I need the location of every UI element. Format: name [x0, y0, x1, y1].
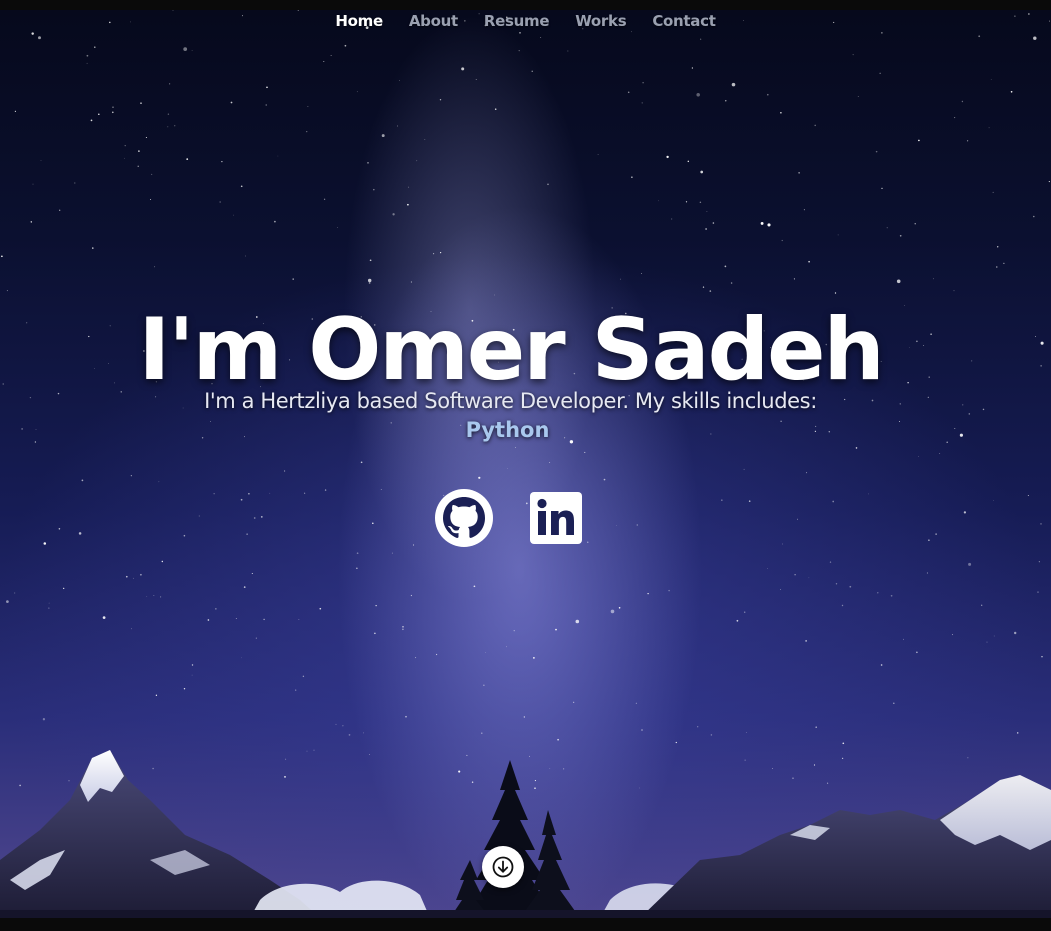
page: Home About Resume Works Contact I'm Omer…: [0, 0, 1051, 931]
hero-title: I'm Omer Sadeh: [138, 300, 884, 400]
nav-works[interactable]: Works: [562, 12, 639, 30]
nav-about[interactable]: About: [396, 12, 471, 30]
nav-contact[interactable]: Contact: [639, 12, 728, 30]
linkedin-link[interactable]: [525, 487, 587, 549]
bottom-bar: [0, 918, 1051, 931]
arrow-down-icon: [492, 856, 514, 878]
nav-resume[interactable]: Resume: [471, 12, 562, 30]
github-link[interactable]: [433, 487, 495, 549]
hero-skill: Python: [465, 418, 550, 442]
linkedin-icon: [530, 492, 582, 544]
top-bar: [0, 0, 1051, 10]
social-links: [433, 487, 587, 549]
scroll-down-button[interactable]: [482, 846, 524, 888]
hero-subtitle: I'm a Hertzliya based Software Developer…: [204, 389, 817, 413]
nav-home[interactable]: Home: [322, 12, 395, 30]
main-navigation: Home About Resume Works Contact: [0, 12, 1051, 30]
mountain-silhouette: [0, 750, 1051, 918]
github-icon: [435, 489, 493, 547]
